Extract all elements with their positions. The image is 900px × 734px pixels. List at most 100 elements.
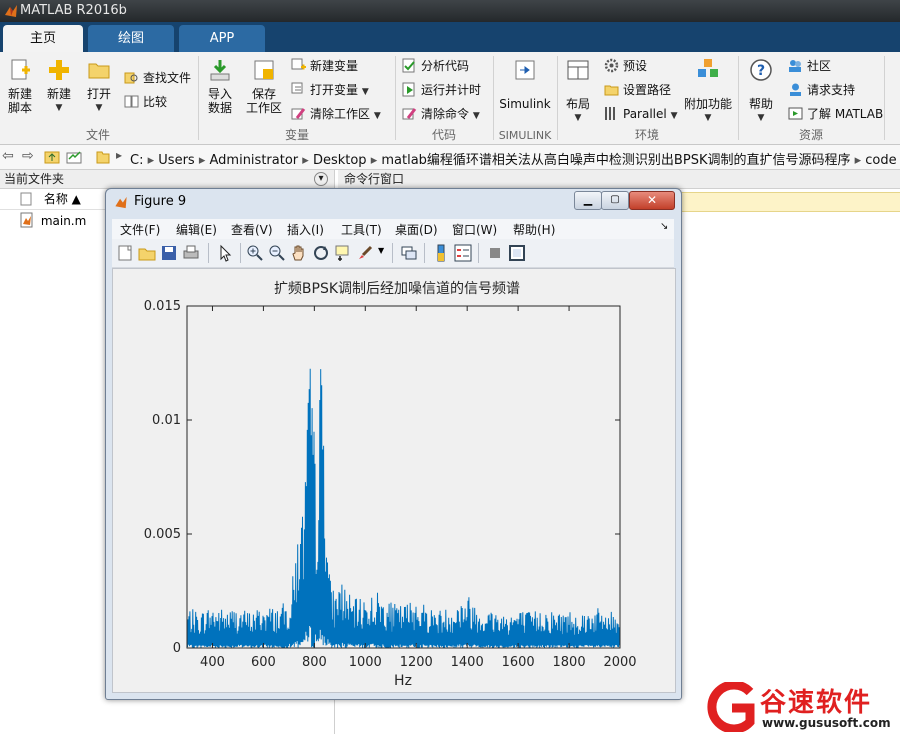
menu-window[interactable]: 窗口(W) bbox=[452, 221, 497, 238]
find-files-button[interactable]: 查找文件 bbox=[124, 68, 191, 88]
show-plot-tools-icon[interactable] bbox=[508, 244, 526, 262]
menu-file[interactable]: 文件(F) bbox=[120, 221, 160, 238]
layout-label: 布局 bbox=[565, 97, 590, 111]
layout-button[interactable]: 布局 ▼ bbox=[563, 58, 593, 125]
menu-dock-arrow-icon[interactable]: ↘ bbox=[660, 221, 668, 232]
learn-matlab-button[interactable]: 了解 MATLAB bbox=[788, 104, 883, 124]
clear-workspace-button[interactable]: 清除工作区 ▼ bbox=[291, 104, 381, 124]
ribbon-tab-bar: 主页 绘图 APP bbox=[0, 22, 900, 52]
community-button[interactable]: 社区 bbox=[788, 56, 831, 76]
open-variable-button[interactable]: 打开变量 ▼ bbox=[291, 80, 369, 100]
chevron-right-icon: ▸ bbox=[370, 153, 382, 168]
rotate-3d-icon[interactable] bbox=[312, 244, 330, 262]
tab-home[interactable]: 主页 bbox=[3, 25, 83, 52]
new-script-label-2: 脚本 bbox=[7, 101, 32, 115]
new-figure-icon[interactable] bbox=[116, 244, 134, 262]
clear-workspace-label: 清除工作区 bbox=[310, 107, 371, 121]
save-workspace-button[interactable]: 保存 工作区 bbox=[244, 58, 284, 115]
save-icon[interactable] bbox=[160, 244, 178, 262]
chevron-right-icon: ▸ bbox=[302, 153, 313, 168]
command-window-header: 命令行窗口 bbox=[338, 170, 900, 189]
y-tick-label: 0.005 bbox=[144, 527, 181, 542]
clear-workspace-arrow: ▼ bbox=[373, 111, 381, 121]
analyze-code-button[interactable]: 分析代码 bbox=[402, 56, 469, 76]
open-file-icon[interactable] bbox=[138, 244, 156, 262]
help-button[interactable]: ? 帮助 ▼ bbox=[745, 58, 777, 125]
axes-box bbox=[186, 305, 621, 649]
section-code-label: 代码 bbox=[431, 128, 456, 142]
menu-view[interactable]: 查看(V) bbox=[231, 221, 273, 238]
up-folder-icon[interactable] bbox=[44, 149, 60, 165]
run-and-time-button[interactable]: 运行并计时 bbox=[402, 80, 481, 100]
browse-folder-icon[interactable] bbox=[66, 149, 82, 165]
watermark: 谷速软件 www.gususoft.com bbox=[700, 680, 900, 734]
zoom-in-icon[interactable] bbox=[246, 244, 264, 262]
tab-plots[interactable]: 绘图 bbox=[88, 25, 174, 52]
request-support-button[interactable]: 请求支持 bbox=[788, 80, 855, 100]
command-window-title: 命令行窗口 bbox=[344, 172, 405, 186]
menu-edit[interactable]: 编辑(E) bbox=[176, 221, 217, 238]
menu-tools[interactable]: 工具(T) bbox=[341, 221, 382, 238]
new-button[interactable]: 新建 ▼ bbox=[42, 58, 76, 115]
section-environment-label: 环境 bbox=[634, 128, 659, 142]
simulink-button[interactable]: Simulink bbox=[499, 58, 551, 111]
section-simulink-label: SIMULINK bbox=[498, 129, 552, 142]
pointer-icon[interactable] bbox=[216, 244, 234, 262]
add-ons-button[interactable]: 附加功能 ▼ bbox=[684, 58, 732, 125]
compare-button[interactable]: 比较 bbox=[124, 92, 167, 112]
menu-desktop[interactable]: 桌面(D) bbox=[395, 221, 438, 238]
parallel-button[interactable]: Parallel ▼ bbox=[604, 104, 677, 124]
link-plot-icon[interactable] bbox=[400, 244, 418, 262]
breadcrumb-item[interactable]: Users bbox=[158, 153, 194, 168]
back-arrow-icon[interactable]: ⇦ bbox=[2, 148, 14, 164]
breadcrumb-item[interactable]: matlab编程循环谱相关法从高白噪声中检测识别出BPSK调制的直扩信号源码程序 bbox=[381, 153, 850, 168]
zoom-out-icon[interactable] bbox=[268, 244, 286, 262]
preferences-button[interactable]: 预设 bbox=[604, 56, 647, 76]
command-window-notice-bar bbox=[668, 192, 900, 212]
folder-icon bbox=[96, 151, 110, 164]
new-script-icon bbox=[11, 59, 30, 80]
find-files-icon bbox=[124, 72, 138, 84]
minimize-button[interactable]: ▁ bbox=[574, 191, 602, 210]
maximize-button[interactable]: ▢ bbox=[601, 191, 629, 210]
open-button[interactable]: 打开 ▼ bbox=[82, 58, 116, 115]
brush-icon[interactable] bbox=[356, 244, 374, 262]
spectrum-plot: 扩频BPSK调制后经加噪信道的信号频谱 400 600 800 1000 1200 140… bbox=[144, 281, 637, 689]
parallel-icon bbox=[605, 107, 615, 120]
section-divider bbox=[884, 56, 885, 140]
brush-dropdown-arrow-icon[interactable]: ▼ bbox=[378, 246, 384, 255]
import-data-button[interactable]: 导入 数据 bbox=[204, 58, 236, 115]
open-variable-label: 打开变量 bbox=[310, 83, 359, 97]
set-path-icon bbox=[604, 85, 619, 96]
legend-icon[interactable] bbox=[454, 244, 472, 262]
breadcrumb-item[interactable]: Desktop bbox=[313, 153, 367, 168]
menu-insert[interactable]: 插入(I) bbox=[287, 221, 324, 238]
column-name-header[interactable]: 名称 ▲ bbox=[44, 192, 81, 206]
breadcrumb-item[interactable]: code bbox=[865, 153, 896, 168]
breadcrumb-item[interactable]: C: bbox=[130, 153, 143, 168]
colorbar-icon[interactable] bbox=[432, 244, 450, 262]
forward-arrow-icon[interactable]: ⇨ bbox=[22, 148, 34, 164]
print-icon[interactable] bbox=[182, 244, 200, 262]
add-ons-cubes-icon bbox=[698, 59, 718, 77]
tab-apps[interactable]: APP bbox=[179, 25, 265, 52]
section-divider bbox=[738, 56, 739, 140]
close-button[interactable]: ✕ bbox=[629, 191, 675, 210]
address-bar: ⇦ ⇨ ▸ C: ▸ Users ▸ Administrator ▸ Deskt… bbox=[0, 145, 900, 170]
open-variable-icon bbox=[291, 82, 303, 94]
compare-icon bbox=[124, 95, 139, 108]
pan-hand-icon[interactable] bbox=[290, 244, 308, 262]
new-script-button[interactable]: 新建 脚本 bbox=[4, 58, 36, 115]
set-path-button[interactable]: 设置路径 bbox=[604, 80, 671, 100]
data-cursor-icon[interactable] bbox=[334, 244, 352, 262]
y-tick-label: 0.015 bbox=[144, 299, 181, 314]
figure-title: Figure 9 bbox=[134, 194, 187, 209]
new-variable-button[interactable]: 新建变量 bbox=[291, 56, 358, 76]
hide-plot-tools-icon[interactable] bbox=[486, 244, 504, 262]
panel-menu-icon[interactable]: ▾ bbox=[314, 172, 328, 186]
breadcrumb-item[interactable]: Administrator bbox=[210, 153, 299, 168]
x-tick-label: 800 bbox=[302, 655, 327, 670]
clear-commands-button[interactable]: 清除命令 ▼ bbox=[402, 104, 480, 124]
menu-help[interactable]: 帮助(H) bbox=[513, 221, 555, 238]
toolbar-divider bbox=[478, 243, 479, 263]
